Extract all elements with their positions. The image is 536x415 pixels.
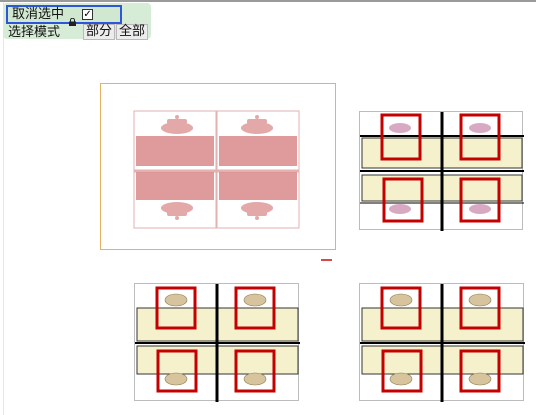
layout-card-4[interactable] xyxy=(359,283,525,402)
mode-partial-button[interactable]: 部分 xyxy=(83,24,116,40)
workstation-drawing-3 xyxy=(135,284,300,402)
layout-card-2[interactable] xyxy=(359,111,524,231)
mode-all-button[interactable]: 全部 xyxy=(116,24,149,40)
select-mode-label: 选择模式 xyxy=(8,24,61,40)
cancel-selection-button[interactable]: 取消选中 ✓ xyxy=(6,5,122,26)
cancel-selection-checkbox[interactable]: ✓ xyxy=(82,9,94,20)
workstation-drawing-4 xyxy=(360,284,525,402)
selection-toolbar: 取消选中 ✓ 选择模式 部分 全部 xyxy=(3,3,151,40)
left-border xyxy=(3,2,4,415)
layout-card-3[interactable] xyxy=(134,283,300,402)
top-border xyxy=(0,0,536,2)
lock-icon xyxy=(68,11,77,26)
select-mode-row: 选择模式 部分 全部 xyxy=(8,24,149,40)
checkmark-icon: ✓ xyxy=(83,9,92,20)
resize-marker[interactable] xyxy=(321,259,332,261)
workstation-selected-drawing xyxy=(133,110,300,229)
workstation-drawing-2 xyxy=(360,112,524,231)
cancel-selection-label: 取消选中 xyxy=(12,7,65,22)
layout-card-selected[interactable] xyxy=(100,83,336,250)
